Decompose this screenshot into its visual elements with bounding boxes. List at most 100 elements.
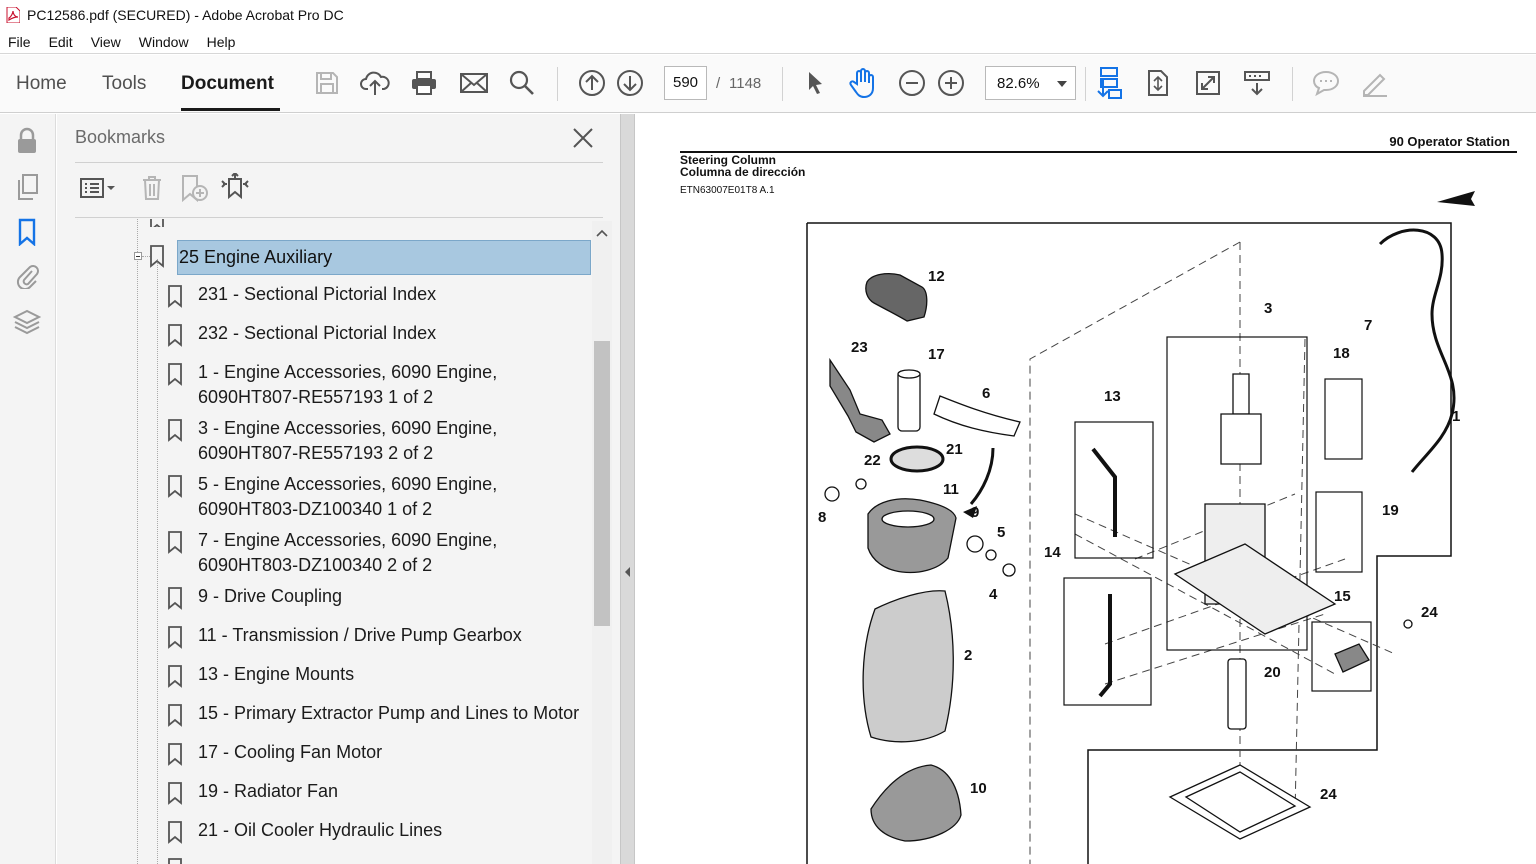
callout: 22 bbox=[864, 452, 881, 469]
bookmark-icon bbox=[167, 664, 183, 688]
callout: 11 bbox=[943, 481, 959, 498]
collapse-panel-icon[interactable] bbox=[621, 564, 634, 580]
lock-icon[interactable] bbox=[12, 126, 42, 156]
panel-divider bbox=[75, 217, 603, 218]
toolbar-separator bbox=[1085, 67, 1086, 101]
save-icon[interactable] bbox=[312, 68, 342, 98]
window-title: PC12586.pdf (SECURED) - Adobe Acrobat Pr… bbox=[27, 7, 344, 23]
bookmark-icon bbox=[167, 586, 183, 610]
callout: 6 bbox=[982, 385, 990, 402]
bookmarks-panel: Bookmarks 25 Engine Auxiliary 231 - Sect… bbox=[57, 114, 620, 864]
email-icon[interactable] bbox=[459, 68, 489, 98]
menu-help[interactable]: Help bbox=[198, 34, 245, 50]
steering-column-diagram: 1 2 3 4 5 6 7 8 9 10 11 12 13 14 15 17 1… bbox=[806, 191, 1475, 864]
bookmark-25-engine-auxiliary[interactable]: 25 Engine Auxiliary bbox=[177, 240, 591, 275]
panel-splitter[interactable] bbox=[620, 114, 635, 864]
active-tab-indicator bbox=[181, 108, 280, 111]
fit-page-icon[interactable] bbox=[1143, 68, 1173, 98]
scroll-up-icon[interactable] bbox=[592, 225, 612, 241]
bookmark-icon bbox=[167, 323, 183, 347]
document-view[interactable]: 90 Operator Station Steering Column Colu… bbox=[635, 114, 1536, 864]
search-icon[interactable] bbox=[507, 68, 537, 98]
box-item-18 bbox=[1315, 491, 1363, 573]
bookmark-icon bbox=[167, 857, 183, 864]
navigation-rail bbox=[0, 114, 56, 864]
menu-window[interactable]: Window bbox=[130, 34, 198, 50]
bookmark-icon[interactable] bbox=[12, 217, 42, 247]
callout: 15 bbox=[1334, 588, 1351, 605]
comment-icon[interactable] bbox=[1311, 68, 1341, 98]
toolbar-separator bbox=[1292, 67, 1293, 101]
callout: 24 bbox=[1320, 786, 1337, 803]
bookmark-label: 21 - Oil Cooler Hydraulic Lines bbox=[198, 820, 443, 840]
page-up-icon[interactable] bbox=[577, 68, 607, 98]
title-bar: PC12586.pdf (SECURED) - Adobe Acrobat Pr… bbox=[0, 0, 1536, 30]
tree-line bbox=[157, 259, 158, 864]
layers-icon[interactable] bbox=[12, 307, 42, 337]
callout: 12 bbox=[928, 268, 945, 285]
callout: 2 bbox=[964, 647, 972, 664]
collapse-toggle[interactable] bbox=[134, 252, 142, 260]
menu-edit[interactable]: Edit bbox=[40, 34, 82, 50]
pages-icon[interactable] bbox=[12, 172, 42, 202]
page-total: 1148 bbox=[729, 75, 762, 92]
bookmark-scrollbar[interactable] bbox=[592, 221, 612, 864]
full-screen-icon[interactable] bbox=[1193, 68, 1223, 98]
callout: 7 bbox=[1364, 317, 1372, 334]
upload-cloud-icon[interactable] bbox=[360, 68, 390, 98]
pdf-file-icon bbox=[6, 7, 20, 23]
callout: 17 bbox=[928, 346, 945, 363]
bookmark-icon bbox=[149, 244, 165, 268]
bookmark-label: 231 - Sectional Pictorial Index bbox=[198, 284, 437, 304]
menu-file[interactable]: File bbox=[0, 34, 40, 50]
zoom-select[interactable]: 82.6% bbox=[985, 66, 1076, 100]
tab-tools[interactable]: Tools bbox=[102, 73, 146, 95]
bookmark-tree: 25 Engine Auxiliary 231 - Sectional Pict… bbox=[57, 219, 593, 864]
bookmark-icon bbox=[167, 418, 183, 442]
bookmark-label: 19 - Radiator Fan bbox=[198, 781, 339, 801]
menu-view[interactable]: View bbox=[82, 34, 130, 50]
page-down-icon[interactable] bbox=[615, 68, 645, 98]
bookmark-label: 7 - Engine Accessories, 6090 Engine, 609… bbox=[198, 530, 498, 575]
box-item-17 bbox=[1324, 378, 1363, 460]
options-menu-icon[interactable] bbox=[75, 171, 119, 205]
hand-icon[interactable] bbox=[848, 68, 878, 99]
zoom-value: 82.6% bbox=[997, 75, 1040, 92]
expand-bookmark-icon[interactable] bbox=[218, 171, 252, 205]
select-cursor-icon[interactable] bbox=[800, 68, 830, 98]
new-bookmark-icon[interactable] bbox=[177, 171, 211, 205]
tab-home[interactable]: Home bbox=[16, 73, 67, 95]
bookmark-label: 5 - Engine Accessories, 6090 Engine, 609… bbox=[198, 474, 498, 519]
callout: 3 bbox=[1264, 300, 1272, 317]
callout: 1 bbox=[1452, 408, 1460, 425]
bookmark-icon bbox=[167, 625, 183, 649]
bookmark-icon bbox=[167, 820, 183, 844]
rotation-arrow bbox=[969, 447, 995, 505]
menu-bar: File Edit View Window Help bbox=[0, 30, 1536, 54]
bookmark-label: 3 - Engine Accessories, 6090 Engine, 609… bbox=[198, 418, 498, 463]
bookmark-label: 15 - Primary Extractor Pump and Lines to… bbox=[198, 703, 580, 723]
read-mode-icon[interactable] bbox=[1242, 68, 1272, 98]
zoom-out-icon[interactable] bbox=[897, 68, 927, 98]
scroll-thumb[interactable] bbox=[594, 341, 610, 626]
bookmark-label: 11 - Transmission / Drive Pump Gearbox bbox=[198, 625, 522, 645]
bookmark-label: 25 Engine Auxiliary bbox=[179, 247, 333, 267]
zoom-in-icon[interactable] bbox=[936, 68, 966, 98]
toolbar-separator bbox=[557, 67, 558, 101]
page-number-input[interactable]: 590 bbox=[664, 66, 707, 100]
scroll-mode-icon[interactable] bbox=[1094, 67, 1124, 99]
print-icon[interactable] bbox=[409, 68, 439, 98]
bookmark-icon bbox=[167, 742, 183, 766]
callout: 4 bbox=[989, 586, 998, 603]
callout: 19 bbox=[1382, 502, 1399, 519]
bookmark-label: 17 - Cooling Fan Motor bbox=[198, 742, 383, 762]
sign-icon[interactable] bbox=[1360, 68, 1390, 98]
close-icon[interactable] bbox=[571, 126, 595, 150]
bookmark-icon bbox=[167, 781, 183, 805]
panel-title: Bookmarks bbox=[75, 127, 166, 147]
attachment-icon[interactable] bbox=[12, 260, 42, 290]
bookmark-icon bbox=[149, 219, 165, 227]
page-separator: / bbox=[716, 75, 721, 92]
tab-document[interactable]: Document bbox=[181, 73, 274, 95]
delete-bookmark-icon[interactable] bbox=[135, 171, 169, 205]
